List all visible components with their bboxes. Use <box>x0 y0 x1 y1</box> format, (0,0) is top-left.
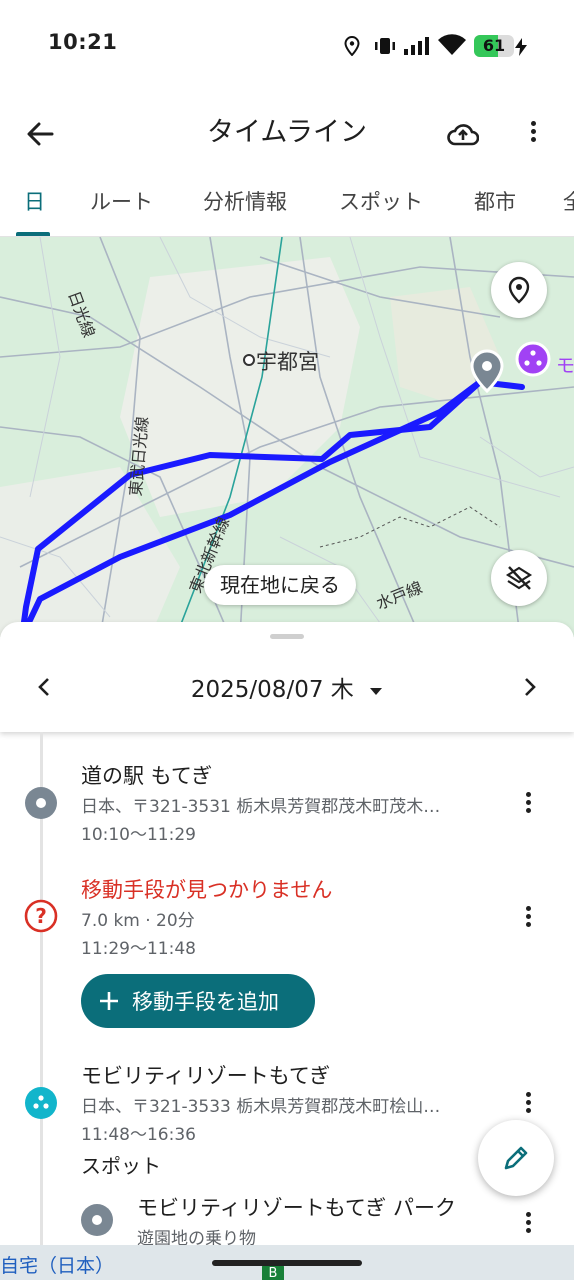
visit-dot-icon <box>25 787 57 819</box>
visit-more-icon[interactable] <box>526 1092 532 1116</box>
sub-visit-more-icon[interactable] <box>526 1212 532 1236</box>
wifi-icon <box>438 34 466 55</box>
plus-icon <box>100 992 118 1010</box>
tab-cities[interactable]: 都市 <box>474 186 516 216</box>
svg-text:?: ? <box>35 904 47 928</box>
date-selector[interactable]: 2025/08/07 木 <box>0 670 574 704</box>
location-status-icon <box>344 36 360 56</box>
transport-distance: 7.0 km · 20分 <box>81 911 195 931</box>
visit-more-icon[interactable] <box>526 792 532 816</box>
tab-routes[interactable]: ルート <box>90 186 153 216</box>
status-time: 10:21 <box>48 30 118 54</box>
unknown-transport-icon: ? <box>24 899 58 933</box>
missing-transport-title: 移動手段が見つかりません <box>81 878 333 902</box>
add-transport-button[interactable]: 移動手段を追加 <box>81 974 315 1028</box>
add-transport-label: 移動手段を追加 <box>132 990 279 1014</box>
city-dot-icon <box>243 354 255 366</box>
tab-bar: 日 ルート 分析情報 スポット 都市 全 <box>0 176 574 237</box>
charging-bolt-icon <box>515 38 527 56</box>
date-label: 2025/08/07 木 <box>190 677 354 703</box>
sub-visit-dot-icon <box>81 1204 113 1236</box>
visit-time: 10:10〜11:29 <box>81 825 196 845</box>
tab-places[interactable]: スポット <box>339 186 423 216</box>
transport-time: 11:29〜11:48 <box>81 939 196 959</box>
home-label: 自宅（日本） <box>0 1255 115 1277</box>
section-label-places: スポット <box>81 1154 161 1178</box>
sub-visit-title[interactable]: モビリティリゾートもてぎ パーク <box>137 1192 456 1222</box>
cloud-upload-icon[interactable] <box>447 120 479 148</box>
layers-off-button[interactable] <box>491 550 547 606</box>
location-pin-icon <box>508 276 530 304</box>
tab-insights[interactable]: 分析情報 <box>203 186 287 216</box>
next-day-icon[interactable] <box>522 676 538 698</box>
page-title: タイムライン <box>206 117 368 148</box>
visit-marker-icon[interactable] <box>470 349 504 393</box>
visit-title: 道の駅 もてぎ <box>81 764 213 788</box>
location-pin-button[interactable] <box>491 262 547 318</box>
visit-title[interactable]: モビリティリゾートもてぎ <box>81 1060 330 1090</box>
battery-indicator: 61 <box>474 35 514 57</box>
tab-world[interactable]: 全 <box>563 186 574 216</box>
map-label-utsunomiya: 宇都宮 <box>256 350 319 374</box>
place-marker-icon[interactable] <box>513 341 553 385</box>
visit-time: 11:48〜16:36 <box>81 1125 196 1145</box>
more-options-icon[interactable] <box>531 121 537 145</box>
visit-address: 日本、〒321-3531 栃木県芳賀郡茂木町茂木… <box>81 797 441 817</box>
edit-fab[interactable] <box>478 1120 554 1196</box>
return-to-location-button[interactable]: 現在地に戻る <box>204 565 356 605</box>
visit-address: 日本、〒321-3533 栃木県芳賀郡茂木町桧山… <box>81 1097 441 1117</box>
home-indicator[interactable] <box>212 1260 362 1266</box>
transport-more-icon[interactable] <box>526 906 532 930</box>
dropdown-arrow-icon <box>370 687 383 695</box>
battery-percent: 61 <box>482 36 506 55</box>
amusement-place-icon <box>25 1087 57 1119</box>
tab-indicator <box>16 232 50 236</box>
signal-icon <box>404 37 429 55</box>
tab-day[interactable]: 日 <box>24 186 45 216</box>
drag-handle[interactable] <box>270 634 304 639</box>
map-label-partial-place: モ <box>556 355 574 377</box>
vibrate-icon <box>375 38 395 54</box>
layers-off-icon <box>505 566 533 590</box>
pencil-icon <box>504 1146 528 1170</box>
